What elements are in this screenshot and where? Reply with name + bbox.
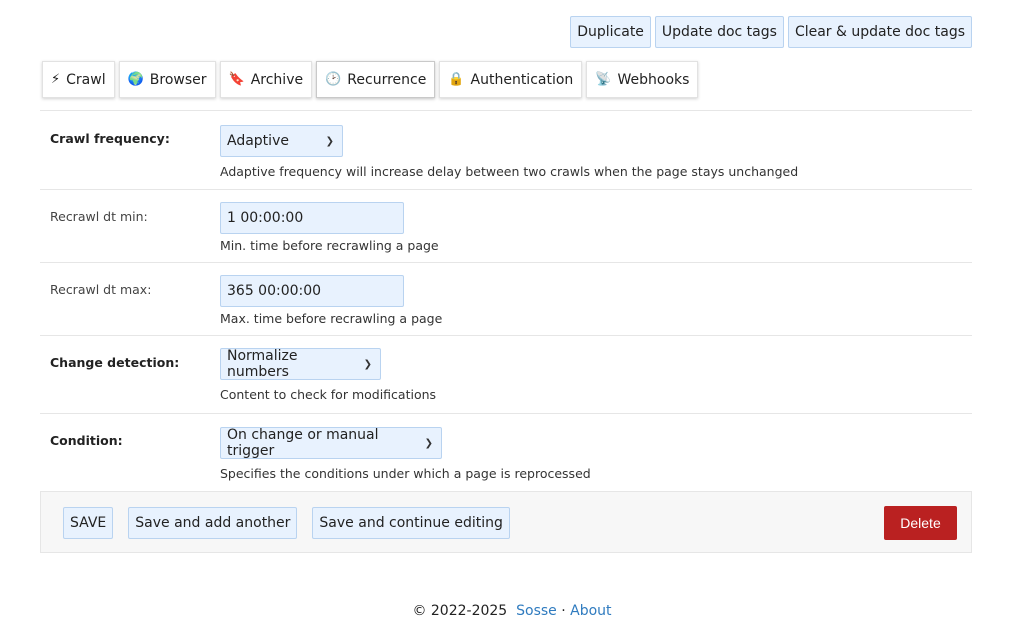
lightning-icon: ⚡ <box>51 72 61 87</box>
recrawl-dt-min-row: Recrawl dt min: 1 00:00:00 Min. time bef… <box>40 190 972 263</box>
recrawl-dt-min-label: Recrawl dt min: <box>50 209 148 224</box>
change-detection-field: Normalize numbers ❯ Content to check for… <box>220 336 436 413</box>
tab-webhooks[interactable]: 📡 Webhooks <box>586 61 699 98</box>
condition-label: Condition: <box>50 433 123 448</box>
condition-select[interactable]: On change or manual trigger ❯ <box>220 427 442 459</box>
chevron-down-icon: ❯ <box>325 135 334 147</box>
top-actions: Duplicate Update doc tags Clear & update… <box>570 16 972 48</box>
about-link[interactable]: About <box>570 603 611 619</box>
tab-browser[interactable]: 🌍 Browser <box>118 61 216 98</box>
crawl-frequency-field: Adaptive ❯ Adaptive frequency will incre… <box>220 111 798 189</box>
recrawl-dt-max-row: Recrawl dt max: 365 00:00:00 Max. time b… <box>40 263 972 336</box>
save-button[interactable]: SAVE <box>63 507 114 539</box>
select-value: On change or manual trigger <box>227 427 379 459</box>
lock-icon: 🔒 <box>448 72 465 87</box>
crawl-frequency-help: Adaptive frequency will increase delay b… <box>220 164 799 179</box>
input-value: 1 00:00:00 <box>227 210 304 226</box>
footer-separator: · <box>561 603 566 619</box>
condition-row: Condition: On change or manual trigger ❯… <box>40 414 972 492</box>
recrawl-dt-min-help: Min. time before recrawling a page <box>220 238 439 253</box>
satellite-antenna-icon: 📡 <box>595 72 612 87</box>
save-and-continue-editing-button[interactable]: Save and continue editing <box>312 507 510 539</box>
update-doc-tags-button[interactable]: Update doc tags <box>654 16 784 48</box>
clear-update-doc-tags-button[interactable]: Clear & update doc tags <box>787 16 972 48</box>
delete-button[interactable]: Delete <box>884 506 957 540</box>
tab-label: Authentication <box>470 71 574 88</box>
change-detection-select[interactable]: Normalize numbers ❯ <box>220 348 381 380</box>
save-and-add-another-button[interactable]: Save and add another <box>128 507 298 539</box>
chevron-down-icon: ❯ <box>363 358 372 370</box>
sosse-link[interactable]: Sosse <box>516 603 557 619</box>
bookmark-icon: 🔖 <box>228 72 245 87</box>
change-detection-help: Content to check for modifications <box>220 387 437 402</box>
submit-row: SAVE Save and add another Save and conti… <box>40 491 972 553</box>
input-value: 365 00:00:00 <box>227 283 322 299</box>
tab-label: Browser <box>149 71 207 88</box>
tab-recurrence[interactable]: 🕑 Recurrence <box>316 61 436 98</box>
chevron-down-icon: ❯ <box>424 437 433 449</box>
recurrence-form: Crawl frequency: Adaptive ❯ Adaptive fre… <box>40 110 972 492</box>
crawl-frequency-label: Crawl frequency: <box>50 131 170 146</box>
globe-icon: 🌍 <box>127 72 144 87</box>
footer: © 2022-2025 Sosse · About <box>0 603 1024 619</box>
tab-bar: ⚡ Crawl 🌍 Browser 🔖 Archive 🕑 Recurrence… <box>42 61 699 98</box>
recrawl-dt-min-input[interactable]: 1 00:00:00 <box>220 202 404 234</box>
crawl-frequency-select[interactable]: Adaptive ❯ <box>220 125 343 157</box>
crawl-frequency-row: Crawl frequency: Adaptive ❯ Adaptive fre… <box>40 111 972 190</box>
save-actions: SAVE Save and add another Save and conti… <box>63 507 510 539</box>
clock-icon: 🕑 <box>325 72 342 87</box>
condition-help: Specifies the conditions under which a p… <box>220 466 591 481</box>
recrawl-dt-max-help: Max. time before recrawling a page <box>220 311 443 326</box>
change-detection-label: Change detection: <box>50 355 180 370</box>
tab-archive[interactable]: 🔖 Archive <box>219 61 313 98</box>
tab-label: Webhooks <box>617 71 690 88</box>
tab-authentication[interactable]: 🔒 Authentication <box>439 61 583 98</box>
select-value: Adaptive <box>227 133 289 149</box>
tab-label: Crawl <box>66 71 106 88</box>
recrawl-dt-max-label: Recrawl dt max: <box>50 282 152 297</box>
tab-label: Recurrence <box>347 71 427 88</box>
recrawl-dt-min-field: 1 00:00:00 Min. time before recrawling a… <box>220 190 439 262</box>
select-value: Normalize numbers <box>227 348 298 380</box>
tab-label: Archive <box>250 71 304 88</box>
recrawl-dt-max-field: 365 00:00:00 Max. time before recrawling… <box>220 263 442 335</box>
recrawl-dt-max-input[interactable]: 365 00:00:00 <box>220 275 404 307</box>
duplicate-button[interactable]: Duplicate <box>570 16 651 48</box>
tab-crawl[interactable]: ⚡ Crawl <box>42 61 115 98</box>
condition-field: On change or manual trigger ❯ Specifies … <box>220 414 591 492</box>
change-detection-row: Change detection: Normalize numbers ❯ Co… <box>40 336 972 414</box>
copyright-text: © 2022-2025 <box>412 603 508 619</box>
